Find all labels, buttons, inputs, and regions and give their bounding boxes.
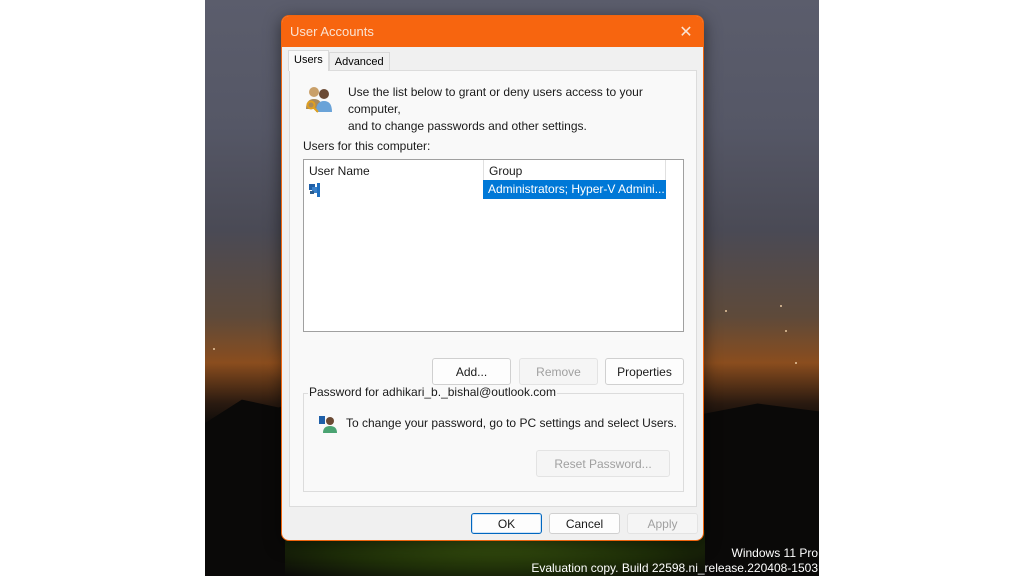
star (213, 348, 215, 350)
remove-button[interactable]: Remove (519, 358, 598, 385)
intro-text-line2: and to change passwords and other settin… (348, 119, 587, 133)
ok-button[interactable]: OK (471, 513, 542, 534)
column-header-group[interactable]: Group (484, 160, 666, 180)
users-tab-panel: Use the list below to grant or deny user… (289, 70, 697, 507)
properties-button[interactable]: Properties (605, 358, 684, 385)
user-icon (309, 183, 320, 197)
intro-text-line1: Use the list below to grant or deny user… (348, 85, 643, 116)
star (785, 330, 787, 332)
windows-edition-watermark: Windows 11 Pro (731, 546, 818, 560)
star (725, 310, 727, 312)
users-keys-icon (306, 87, 332, 113)
reset-password-button[interactable]: Reset Password... (536, 450, 670, 477)
tab-strip: Users Advanced (288, 50, 390, 71)
password-instruction-text: To change your password, go to PC settin… (346, 416, 677, 430)
password-group-legend: Password for adhikari_b._bishal@outlook.… (308, 385, 557, 399)
window-title: User Accounts (290, 24, 374, 39)
listview-header: User Name Group (304, 160, 683, 180)
close-button[interactable]: ✕ (669, 16, 703, 47)
users-list-label: Users for this computer: (303, 139, 431, 153)
tab-users[interactable]: Users (288, 50, 329, 71)
table-row[interactable]: Administrators; Hyper-V Admini... (304, 180, 683, 199)
password-groupbox: Password for adhikari_b._bishal@outlook.… (303, 385, 684, 492)
user-accounts-dialog: User Accounts ✕ Users Advanced Use the l… (281, 15, 704, 541)
build-watermark: Evaluation copy. Build 22598.ni_release.… (531, 561, 818, 575)
intro-description: Use the list below to grant or deny user… (348, 84, 693, 135)
user-password-icon (319, 416, 337, 433)
apply-button[interactable]: Apply (627, 513, 698, 534)
add-button[interactable]: Add... (432, 358, 511, 385)
star (780, 305, 782, 307)
star (795, 362, 797, 364)
column-header-user-name[interactable]: User Name (304, 160, 484, 180)
title-bar[interactable]: User Accounts ✕ (282, 16, 703, 47)
close-icon: ✕ (679, 23, 693, 41)
cancel-button[interactable]: Cancel (549, 513, 620, 534)
group-cell[interactable]: Administrators; Hyper-V Admini... (483, 180, 666, 199)
users-listview[interactable]: User Name Group Administrators; Hyper-V … (303, 159, 684, 332)
tab-advanced[interactable]: Advanced (328, 52, 390, 70)
